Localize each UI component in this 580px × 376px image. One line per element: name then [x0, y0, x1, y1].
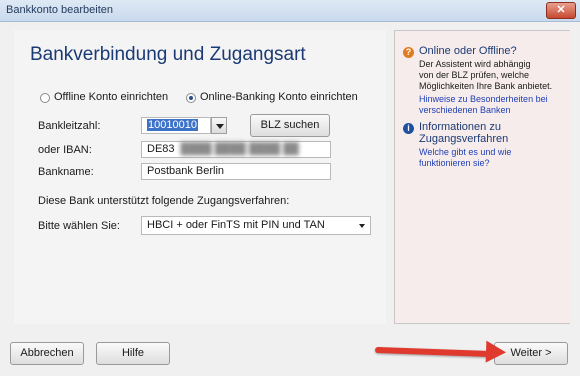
close-button[interactable]: ✕ — [546, 2, 576, 19]
help-text-line-2: von der BLZ prüfen, welche — [419, 70, 530, 80]
choose-label: Bitte wählen Sie: — [38, 220, 120, 232]
iban-value: DE83 — [147, 143, 175, 155]
help-text-line-1: Der Assistent wird abhängig — [419, 59, 531, 69]
help-button[interactable]: Hilfe — [96, 342, 170, 365]
iban-redacted: ████ ████ ████ ██ — [180, 143, 299, 155]
access-method-value: HBCI + oder FinTS mit PIN und TAN — [147, 219, 325, 231]
bank-name-label: Bankname: — [38, 166, 94, 178]
help-text-line-3: Möglichkeiten Ihre Bank anbietet. — [419, 81, 553, 91]
help-panel: ? Online oder Offline? Der Assistent wir… — [394, 30, 571, 324]
radio-online[interactable] — [186, 93, 196, 103]
iban-input[interactable]: DE83 ████ ████ ████ ██ — [141, 141, 331, 158]
bank-name-input[interactable]: Postbank Berlin — [141, 163, 331, 180]
blz-dropdown-button[interactable] — [211, 117, 227, 134]
radio-offline-label[interactable]: Offline Konto einrichten — [54, 91, 168, 103]
blz-search-button[interactable]: BLZ suchen — [250, 114, 330, 137]
supports-text: Diese Bank unterstützt folgende Zugangsv… — [38, 195, 290, 207]
dialog-body: Bankverbindung und Zugangsart Offline Ko… — [0, 22, 580, 376]
help-access-title-line-2: Zugangsverfahren — [419, 133, 509, 145]
help-link-banks-line-2[interactable]: verschiedenen Banken — [419, 105, 511, 116]
main-panel: Bankverbindung und Zugangsart Offline Ko… — [14, 30, 386, 324]
close-icon: ✕ — [556, 4, 566, 16]
help-link-access-line-2[interactable]: funktionieren sie? — [419, 158, 490, 169]
iban-label: oder IBAN: — [38, 144, 92, 156]
footer-left: Abbrechen Hilfe — [4, 332, 384, 372]
cancel-button[interactable]: Abbrechen — [10, 342, 84, 365]
blz-label: Bankleitzahl: — [38, 120, 101, 132]
radio-offline[interactable] — [40, 93, 50, 103]
question-icon: ? — [403, 47, 414, 58]
window-title: Bankkonto bearbeiten — [6, 4, 114, 16]
info-icon: i — [403, 123, 414, 134]
access-method-select[interactable]: HBCI + oder FinTS mit PIN und TAN — [141, 216, 371, 235]
help-online-offline-title: Online oder Offline? — [419, 45, 517, 57]
bank-name-value: Postbank Berlin — [147, 165, 225, 177]
title-bar: Bankkonto bearbeiten ✕ — [0, 0, 580, 22]
radio-online-label[interactable]: Online-Banking Konto einrichten — [200, 91, 358, 103]
help-access-title-line-1: Informationen zu — [419, 121, 501, 133]
chevron-down-icon — [359, 224, 365, 228]
blz-input[interactable]: 10010010 — [141, 117, 211, 134]
page-title: Bankverbindung und Zugangsart — [30, 44, 306, 65]
help-link-access-line-1[interactable]: Welche gibt es und wie — [419, 147, 511, 158]
annotation-arrow-icon — [485, 340, 507, 364]
blz-value: 10010010 — [147, 119, 198, 131]
help-link-banks-line-1[interactable]: Hinweise zu Besonderheiten bei — [419, 94, 548, 105]
